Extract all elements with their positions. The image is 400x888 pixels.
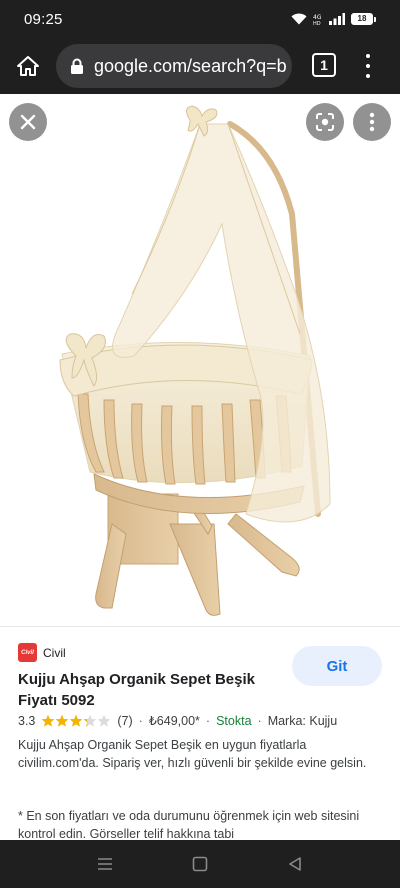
review-count: (7) (117, 713, 133, 728)
battery-tip (374, 16, 376, 22)
tab-switcher-button[interactable]: 1 (312, 53, 336, 77)
star-icon (42, 714, 55, 727)
home-button[interactable] (12, 50, 44, 82)
volte-icon: 4G HD (313, 14, 322, 25)
source-name: Civil (43, 645, 66, 660)
separator: · (257, 713, 262, 728)
visit-button[interactable]: Git (292, 646, 382, 686)
result-info-panel: Civil Civil Git Kujju Ahşap Organik Sepe… (0, 626, 400, 840)
battery-level: 18 (357, 14, 367, 23)
star-icon (56, 714, 69, 727)
menu-lines-icon (98, 858, 112, 870)
back-nav-button[interactable] (284, 853, 306, 875)
price: ₺649,00* (148, 714, 200, 728)
close-button[interactable] (9, 103, 47, 141)
address-bar[interactable]: google.com/search?q=b (56, 44, 292, 88)
google-lens-button[interactable] (306, 103, 344, 141)
separator: · (138, 713, 143, 728)
status-bar: 09:25 4G HD 18 (0, 0, 400, 38)
svg-text:4G: 4G (313, 14, 322, 21)
svg-text:HD: HD (313, 21, 321, 25)
star-icon (98, 714, 111, 727)
battery-icon: 18 (351, 13, 373, 25)
status-icons: 4G HD 18 (291, 11, 376, 27)
rating-stars (41, 714, 111, 728)
menu-dot (366, 64, 370, 68)
star-icon (70, 714, 83, 727)
separator: · (205, 713, 211, 728)
brand: Marka: Kujju (267, 713, 338, 728)
product-description: Kujju Ahşap Organik Sepet Beşik en uygun… (18, 738, 367, 770)
image-preview[interactable] (0, 94, 400, 626)
source-row[interactable]: Civil Civil (18, 643, 66, 662)
site-favicon: Civil (18, 643, 37, 662)
stock-status: Stokta (216, 713, 252, 728)
close-icon (20, 114, 36, 130)
wifi-icon (291, 13, 307, 25)
status-time: 09:25 (24, 11, 63, 28)
google-lens-icon (316, 113, 334, 131)
menu-dot (366, 74, 370, 78)
home-icon (17, 56, 39, 76)
home-nav-button[interactable] (189, 853, 211, 875)
rating-value: 3.3 (18, 713, 36, 728)
more-options-button[interactable] (353, 103, 391, 141)
browser-menu-button[interactable] (356, 52, 380, 80)
price-disclaimer: * En son fiyatları ve oda durumunu öğren… (18, 809, 360, 840)
system-nav-bar (0, 840, 400, 888)
product-image-cradle (59, 105, 331, 616)
url-text: google.com/search?q=b (94, 55, 287, 76)
star-icon (84, 714, 97, 727)
lock-icon (71, 58, 83, 74)
recents-button[interactable] (94, 853, 116, 875)
more-vert-icon (369, 112, 375, 132)
back-triangle-icon (289, 857, 301, 871)
signal-icon (329, 13, 345, 25)
product-title[interactable]: Kujju Ahşap Organik Sepet Beşik Fiyatı 5… (18, 669, 280, 711)
product-meta-row: 3.3 (7) · ₺649,00* · Stokta · Marka: Kuj… (18, 713, 338, 729)
menu-dot (366, 54, 370, 58)
square-icon (192, 856, 208, 872)
browser-toolbar: google.com/search?q=b 1 (0, 38, 400, 94)
